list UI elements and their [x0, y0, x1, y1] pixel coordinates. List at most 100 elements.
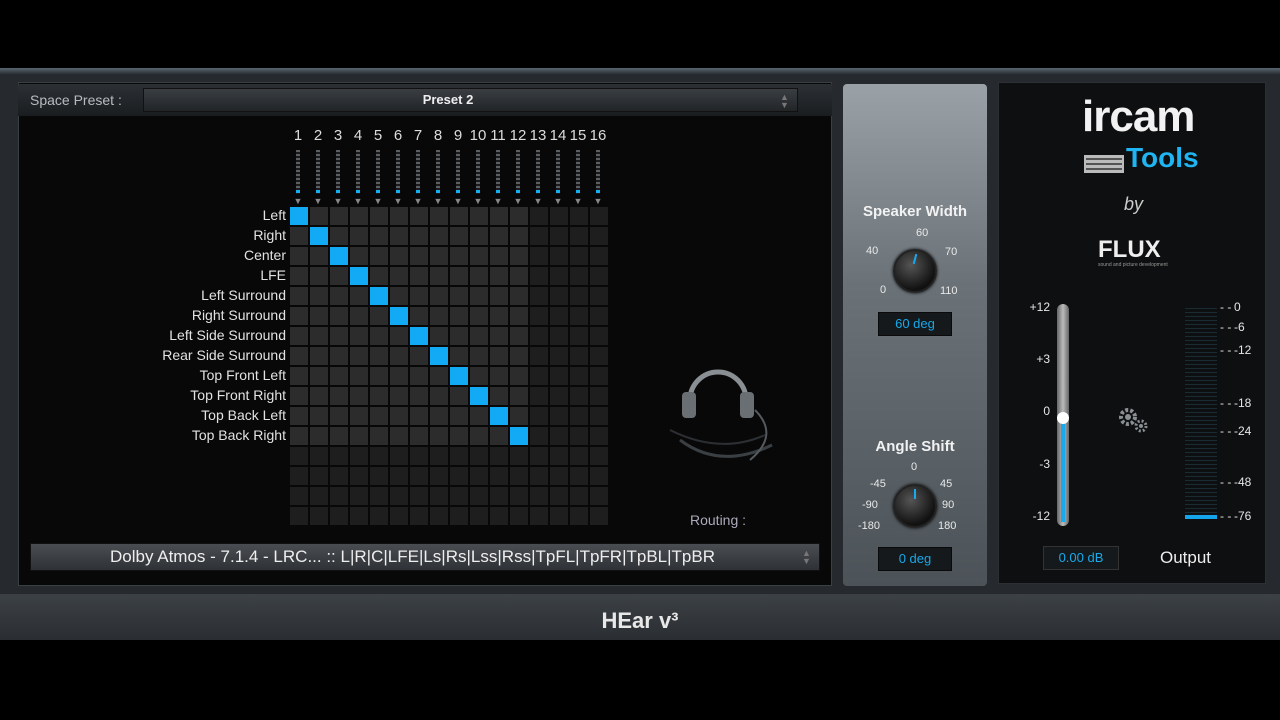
- routing-cell[interactable]: [290, 387, 308, 405]
- routing-cell[interactable]: [450, 347, 468, 365]
- routing-cell[interactable]: [370, 307, 388, 325]
- routing-cell[interactable]: [470, 367, 488, 385]
- routing-cell[interactable]: [510, 227, 528, 245]
- routing-cell[interactable]: [410, 207, 428, 225]
- input-level-fader[interactable]: [316, 150, 320, 194]
- angle-shift-knob[interactable]: [893, 484, 937, 528]
- routing-cell-active[interactable]: [510, 427, 528, 445]
- routing-cell[interactable]: [430, 467, 448, 485]
- routing-cell[interactable]: [350, 407, 368, 425]
- routing-cell[interactable]: [510, 487, 528, 505]
- routing-cell[interactable]: [370, 427, 388, 445]
- routing-cell[interactable]: [410, 307, 428, 325]
- routing-cell[interactable]: [410, 347, 428, 365]
- routing-cell[interactable]: [330, 207, 348, 225]
- routing-cell[interactable]: [570, 267, 588, 285]
- routing-cell[interactable]: [470, 327, 488, 345]
- routing-cell[interactable]: [390, 247, 408, 265]
- routing-cell[interactable]: [590, 327, 608, 345]
- input-level-fader[interactable]: [536, 150, 540, 194]
- routing-cell[interactable]: [530, 507, 548, 525]
- routing-cell[interactable]: [570, 207, 588, 225]
- gain-value[interactable]: 0.00 dB: [1043, 546, 1119, 570]
- routing-cell[interactable]: [370, 207, 388, 225]
- routing-cell[interactable]: [470, 227, 488, 245]
- routing-cell[interactable]: [490, 387, 508, 405]
- routing-cell[interactable]: [350, 347, 368, 365]
- routing-cell-active[interactable]: [290, 207, 308, 225]
- routing-cell[interactable]: [390, 387, 408, 405]
- routing-cell[interactable]: [490, 507, 508, 525]
- routing-cell[interactable]: [330, 287, 348, 305]
- routing-cell[interactable]: [390, 287, 408, 305]
- routing-cell[interactable]: [490, 427, 508, 445]
- routing-cell[interactable]: [330, 347, 348, 365]
- routing-cell[interactable]: [490, 447, 508, 465]
- routing-cell[interactable]: [550, 467, 568, 485]
- routing-cell[interactable]: [490, 227, 508, 245]
- routing-cell[interactable]: [410, 467, 428, 485]
- routing-cell[interactable]: [430, 207, 448, 225]
- routing-cell[interactable]: [450, 287, 468, 305]
- routing-cell[interactable]: [550, 407, 568, 425]
- routing-cell[interactable]: [570, 287, 588, 305]
- routing-cell[interactable]: [530, 447, 548, 465]
- routing-cell[interactable]: [410, 487, 428, 505]
- routing-cell[interactable]: [450, 207, 468, 225]
- routing-cell[interactable]: [430, 387, 448, 405]
- routing-cell[interactable]: [370, 407, 388, 425]
- routing-cell[interactable]: [430, 487, 448, 505]
- routing-cell[interactable]: [310, 247, 328, 265]
- routing-cell[interactable]: [550, 287, 568, 305]
- routing-cell[interactable]: [450, 427, 468, 445]
- routing-cell[interactable]: [570, 347, 588, 365]
- routing-cell[interactable]: [510, 327, 528, 345]
- routing-cell[interactable]: [290, 487, 308, 505]
- routing-cell[interactable]: [470, 487, 488, 505]
- routing-cell[interactable]: [290, 367, 308, 385]
- input-level-fader[interactable]: [356, 150, 360, 194]
- routing-cell[interactable]: [450, 387, 468, 405]
- routing-cell[interactable]: [290, 427, 308, 445]
- routing-cell[interactable]: [290, 447, 308, 465]
- routing-cell[interactable]: [310, 387, 328, 405]
- routing-cell[interactable]: [330, 227, 348, 245]
- routing-cell[interactable]: [490, 287, 508, 305]
- routing-cell[interactable]: [330, 327, 348, 345]
- routing-cell[interactable]: [390, 467, 408, 485]
- routing-cell[interactable]: [530, 267, 548, 285]
- routing-cell[interactable]: [290, 467, 308, 485]
- routing-cell[interactable]: [530, 207, 548, 225]
- routing-cell[interactable]: [530, 347, 548, 365]
- routing-cell[interactable]: [310, 347, 328, 365]
- routing-cell[interactable]: [570, 427, 588, 445]
- routing-cell[interactable]: [510, 247, 528, 265]
- routing-cell[interactable]: [510, 447, 528, 465]
- routing-cell[interactable]: [470, 447, 488, 465]
- routing-cell-active[interactable]: [390, 307, 408, 325]
- routing-cell[interactable]: [510, 347, 528, 365]
- routing-cell[interactable]: [550, 267, 568, 285]
- routing-cell[interactable]: [370, 447, 388, 465]
- routing-cell[interactable]: [350, 327, 368, 345]
- routing-cell[interactable]: [410, 387, 428, 405]
- routing-cell[interactable]: [590, 447, 608, 465]
- input-level-fader[interactable]: [296, 150, 300, 194]
- routing-cell[interactable]: [370, 347, 388, 365]
- routing-cell[interactable]: [550, 447, 568, 465]
- routing-cell[interactable]: [510, 207, 528, 225]
- routing-cell[interactable]: [390, 507, 408, 525]
- routing-cell[interactable]: [310, 487, 328, 505]
- routing-cell[interactable]: [550, 247, 568, 265]
- routing-cell[interactable]: [430, 427, 448, 445]
- routing-cell[interactable]: [330, 387, 348, 405]
- input-level-fader[interactable]: [476, 150, 480, 194]
- routing-cell-active[interactable]: [430, 347, 448, 365]
- routing-cell[interactable]: [330, 367, 348, 385]
- routing-cell[interactable]: [550, 347, 568, 365]
- input-level-fader[interactable]: [516, 150, 520, 194]
- routing-cell-active[interactable]: [410, 327, 428, 345]
- routing-cell[interactable]: [290, 507, 308, 525]
- routing-cell[interactable]: [350, 247, 368, 265]
- gain-slider-handle[interactable]: [1057, 412, 1069, 424]
